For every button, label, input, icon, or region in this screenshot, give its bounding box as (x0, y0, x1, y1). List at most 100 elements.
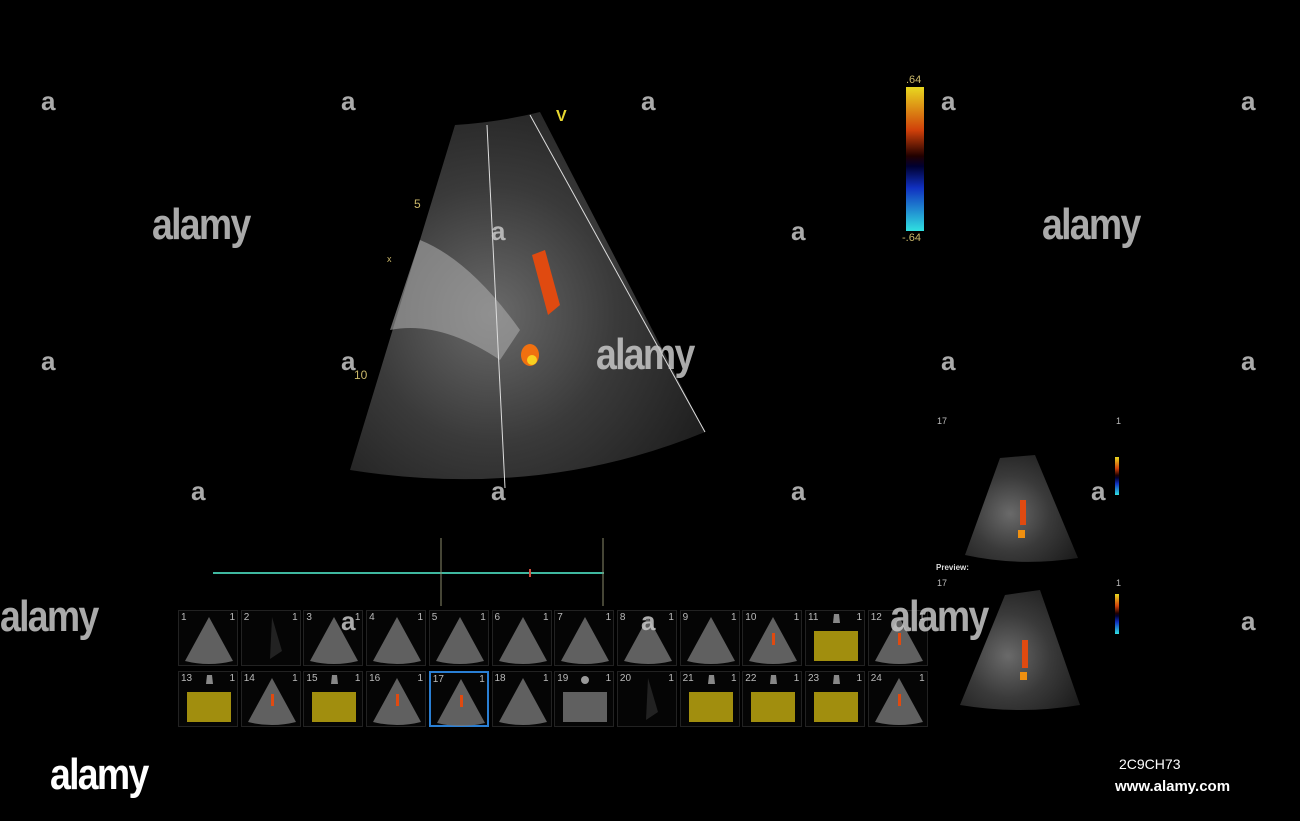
watermark: a (641, 606, 656, 636)
thumbnail-number: 4 (369, 612, 375, 623)
thumbnail-count: 1 (479, 674, 485, 685)
thumbnail-count: 1 (542, 673, 549, 684)
thumbnail-count: 1 (229, 673, 235, 684)
watermark: a (791, 216, 806, 246)
watermark: a (491, 476, 506, 506)
thumbnail-count: 1 (668, 612, 674, 623)
watermark: a (341, 346, 356, 376)
thumbnail-number: 24 (870, 673, 882, 684)
thumbnail-clip[interactable]: 21 (240, 610, 301, 666)
thumbnail-number: 23 (808, 673, 820, 684)
thumbnail-clip[interactable]: 15 1 (303, 671, 364, 727)
current-clip-label: 17 (937, 416, 948, 426)
thumbnail-number: 9 (682, 612, 689, 623)
thumbnail-clip[interactable]: 24 1 (867, 671, 928, 727)
thumbnail-clip[interactable]: 20 1 (616, 671, 677, 727)
watermark: a (341, 606, 356, 636)
thumbnail-number: 14 (243, 673, 255, 684)
thumbnail-number: 18 (494, 673, 506, 684)
color-scale-bar (906, 87, 924, 231)
watermark: alamy (1042, 200, 1141, 249)
thumbnail-clip[interactable]: 13 1 (178, 671, 238, 727)
thumbnail-count: 1 (354, 612, 361, 623)
thumbnail-number: 12 (870, 612, 882, 623)
thumbnail-count: 1 (292, 673, 298, 684)
view-marker: V (556, 108, 567, 125)
thumbnail-clip[interactable]: 18 1 (491, 671, 552, 727)
preview-clip-label: 17 (937, 578, 948, 588)
thumbnail-number: 20 (619, 673, 632, 684)
thumbnail-count: 1 (856, 673, 862, 684)
thumbnail-number: 15 (306, 673, 318, 684)
watermark: alamy (890, 592, 989, 641)
thumbnail-count: 1 (856, 612, 862, 623)
thumbnail-clip[interactable]: 71 (554, 610, 615, 666)
watermark: a (1091, 476, 1106, 506)
watermark: a (1241, 346, 1256, 376)
thumbnail-clip[interactable]: 23 1 (805, 671, 865, 727)
thumbnail-number: 8 (619, 612, 626, 623)
watermark: a (41, 86, 56, 116)
thumbnail-clip[interactable]: 91 (679, 610, 740, 666)
thumbnail-clip[interactable]: 11 1 (805, 610, 865, 666)
watermark: a (191, 476, 206, 506)
color-scale-max: .64 (906, 74, 922, 86)
thumbnail-count: 1 (354, 673, 361, 684)
thumbnail-count: 1 (605, 673, 612, 684)
depth-label-5: 5 (414, 197, 421, 211)
preview-clip-count: 1 (1116, 578, 1122, 588)
thumbnail-count: 1 (668, 673, 674, 684)
thumbnail-number: 7 (557, 612, 563, 623)
thumbnail-count: 1 (731, 612, 737, 623)
watermark: a (341, 86, 356, 116)
watermark: alamy (596, 330, 695, 379)
thumbnail-clip[interactable]: 41 (366, 610, 427, 666)
watermark: a (941, 346, 956, 376)
thumbnail-count: 1 (480, 612, 486, 623)
thumbnail-clip[interactable]: 61 (491, 610, 552, 666)
thumbnail-count: 1 (417, 673, 424, 684)
color-scale-min: -.64 (902, 232, 921, 244)
thumbnail-number: 19 (557, 673, 569, 684)
depth-label-10: 10 (354, 368, 368, 382)
thumbnail-number: 3 (306, 612, 312, 623)
thumbnail-clip[interactable]: 19 1 (554, 671, 615, 727)
thumbnail-number: 2 (243, 612, 250, 623)
side-marker: x (387, 254, 392, 264)
thumbnail-clip[interactable]: 11 (178, 610, 238, 666)
thumbnail-number: 22 (745, 673, 757, 684)
thumbnail-number: 16 (369, 673, 381, 684)
current-clip-count: 1 (1116, 416, 1122, 426)
thumbnail-number: 11 (808, 612, 819, 623)
thumbnail-number: 5 (431, 612, 438, 623)
thumbnail-clip[interactable]: 16 1 (366, 671, 427, 727)
thumbnail-count: 1 (417, 612, 424, 623)
watermark: a (1241, 86, 1256, 116)
image-id: 2C9CH73 (1119, 756, 1181, 772)
thumbnail-clip[interactable]: 51 (428, 610, 489, 666)
watermark: a (641, 86, 656, 116)
thumbnail-number: 6 (494, 612, 501, 623)
watermark: alamy (0, 592, 99, 641)
thumbnail-number: 13 (181, 673, 193, 684)
thumbnail-clip[interactable]: 22 1 (742, 671, 803, 727)
thumbnail-count: 1 (542, 612, 549, 623)
thumbnail-clip[interactable]: 21 1 (679, 671, 740, 727)
thumbnail-count: 1 (919, 673, 925, 684)
thumbnail-count: 1 (793, 612, 800, 623)
watermark: a (1241, 606, 1256, 636)
alamy-logo: alamy (50, 750, 149, 799)
thumbnail-clip[interactable]: 10 1 (742, 610, 803, 666)
thumbnail-count: 1 (229, 612, 235, 623)
thumbnail-number: 1 (181, 612, 187, 623)
thumbnail-count: 1 (731, 673, 737, 684)
watermark: a (941, 86, 956, 116)
alamy-url[interactable]: www.alamy.com (1115, 778, 1230, 795)
thumbnail-clip[interactable]: 14 1 (240, 671, 301, 727)
current-clip-image (965, 455, 1119, 562)
preview-title: Preview: (936, 563, 969, 572)
thumbnail-number: 17 (432, 674, 444, 685)
timeline-cursor (529, 569, 531, 577)
thumbnail-clip[interactable]: 17 1 (428, 671, 489, 727)
watermark: a (791, 476, 806, 506)
